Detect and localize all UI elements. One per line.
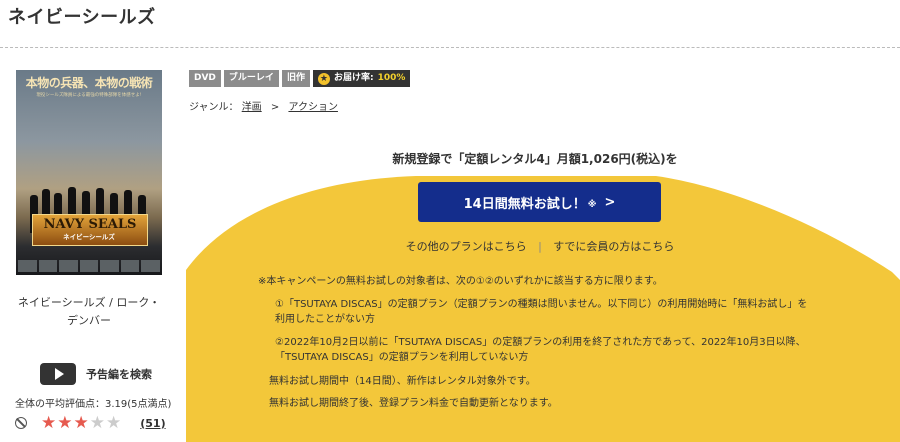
dvd-cover-image[interactable]: 本物の兵器、本物の戦術 現役シールズ隊員による最強の特殊部隊を体感せよ! NAV… xyxy=(16,70,162,275)
star-icon: ★ xyxy=(73,413,90,433)
star-icon: ★ xyxy=(106,413,123,433)
member-login-link[interactable]: すでに会員の方はこちら xyxy=(553,240,674,253)
star-icon: ★ xyxy=(89,413,106,433)
star-icon: ★ xyxy=(57,413,74,433)
not-interested-icon[interactable] xyxy=(15,417,27,429)
campaign-note-item2-line1: ②2022年10月2日以前に「TSUTAYA DISCAS」の定額プランの利用を… xyxy=(275,337,806,348)
badge-old-release: 旧作 xyxy=(281,70,310,87)
trailer-search-button[interactable]: 予告編を検索 xyxy=(40,363,152,385)
star-icon: ★ xyxy=(317,72,330,85)
rating-row: ★★★★★ (51) xyxy=(15,413,166,433)
page-title: ネイビーシールズ xyxy=(8,7,156,28)
title-cast-caption: ネイビーシールズ / ローク・デンバー xyxy=(17,296,161,327)
format-badges: DVD ブルーレイ 旧作 ★ お届け率: 100% xyxy=(189,70,411,87)
review-count-link[interactable]: (51) xyxy=(140,417,165,430)
campaign-note-intro: ※本キャンペーンの無料お試しの対象者は、次の①②のいずれかに該当する方に限ります… xyxy=(258,276,663,287)
play-icon[interactable] xyxy=(40,363,76,385)
campaign-note-period: 無料お試し期間中（14日間）、新作はレンタル対象外です。 xyxy=(269,376,536,387)
cover-title-banner: NAVY SEALS xyxy=(32,214,148,246)
rating-stars[interactable]: ★★★★★ xyxy=(41,413,122,433)
campaign-note-renewal: 無料お試し期間終了後、登録プラン料金で自動更新となります。 xyxy=(269,398,558,409)
plan-links: その他のプランはこちら | すでに会員の方はこちら xyxy=(405,240,675,253)
other-plans-link[interactable]: その他のプランはこちら xyxy=(406,240,527,253)
cta-heading: 新規登録で「定額レンタル4」月額1,026円(税込)を xyxy=(392,152,678,166)
campaign-note-item2-line2: 「TSUTAYA DISCAS」の定額プランを利用していない方 xyxy=(275,352,529,363)
badge-dvd: DVD xyxy=(189,70,221,87)
delivery-rate-badge: ★ お届け率: 100% xyxy=(312,70,411,87)
genre-link-action[interactable]: アクション xyxy=(288,102,338,113)
genre-breadcrumb: ジャンル： 洋画 > アクション xyxy=(189,102,338,113)
star-icon: ★ xyxy=(41,413,58,433)
badge-bluray: ブルーレイ xyxy=(223,70,279,87)
campaign-note-item1-line2: 利用したことがない方 xyxy=(275,314,375,325)
header-divider xyxy=(0,47,900,48)
campaign-note-item1-line1: ①「TSUTAYA DISCAS」の定額プラン（定額プランの種類は問いません。以… xyxy=(275,299,808,310)
genre-link-foreign-film[interactable]: 洋画 xyxy=(242,102,262,113)
trailer-label: 予告編を検索 xyxy=(86,368,152,381)
free-trial-button[interactable]: 14日間無料お試し！ ※ > xyxy=(418,182,661,222)
average-rating-text: 全体の平均評価点：3.19(5点満点) xyxy=(15,399,172,410)
chevron-right-icon: > xyxy=(604,194,616,210)
